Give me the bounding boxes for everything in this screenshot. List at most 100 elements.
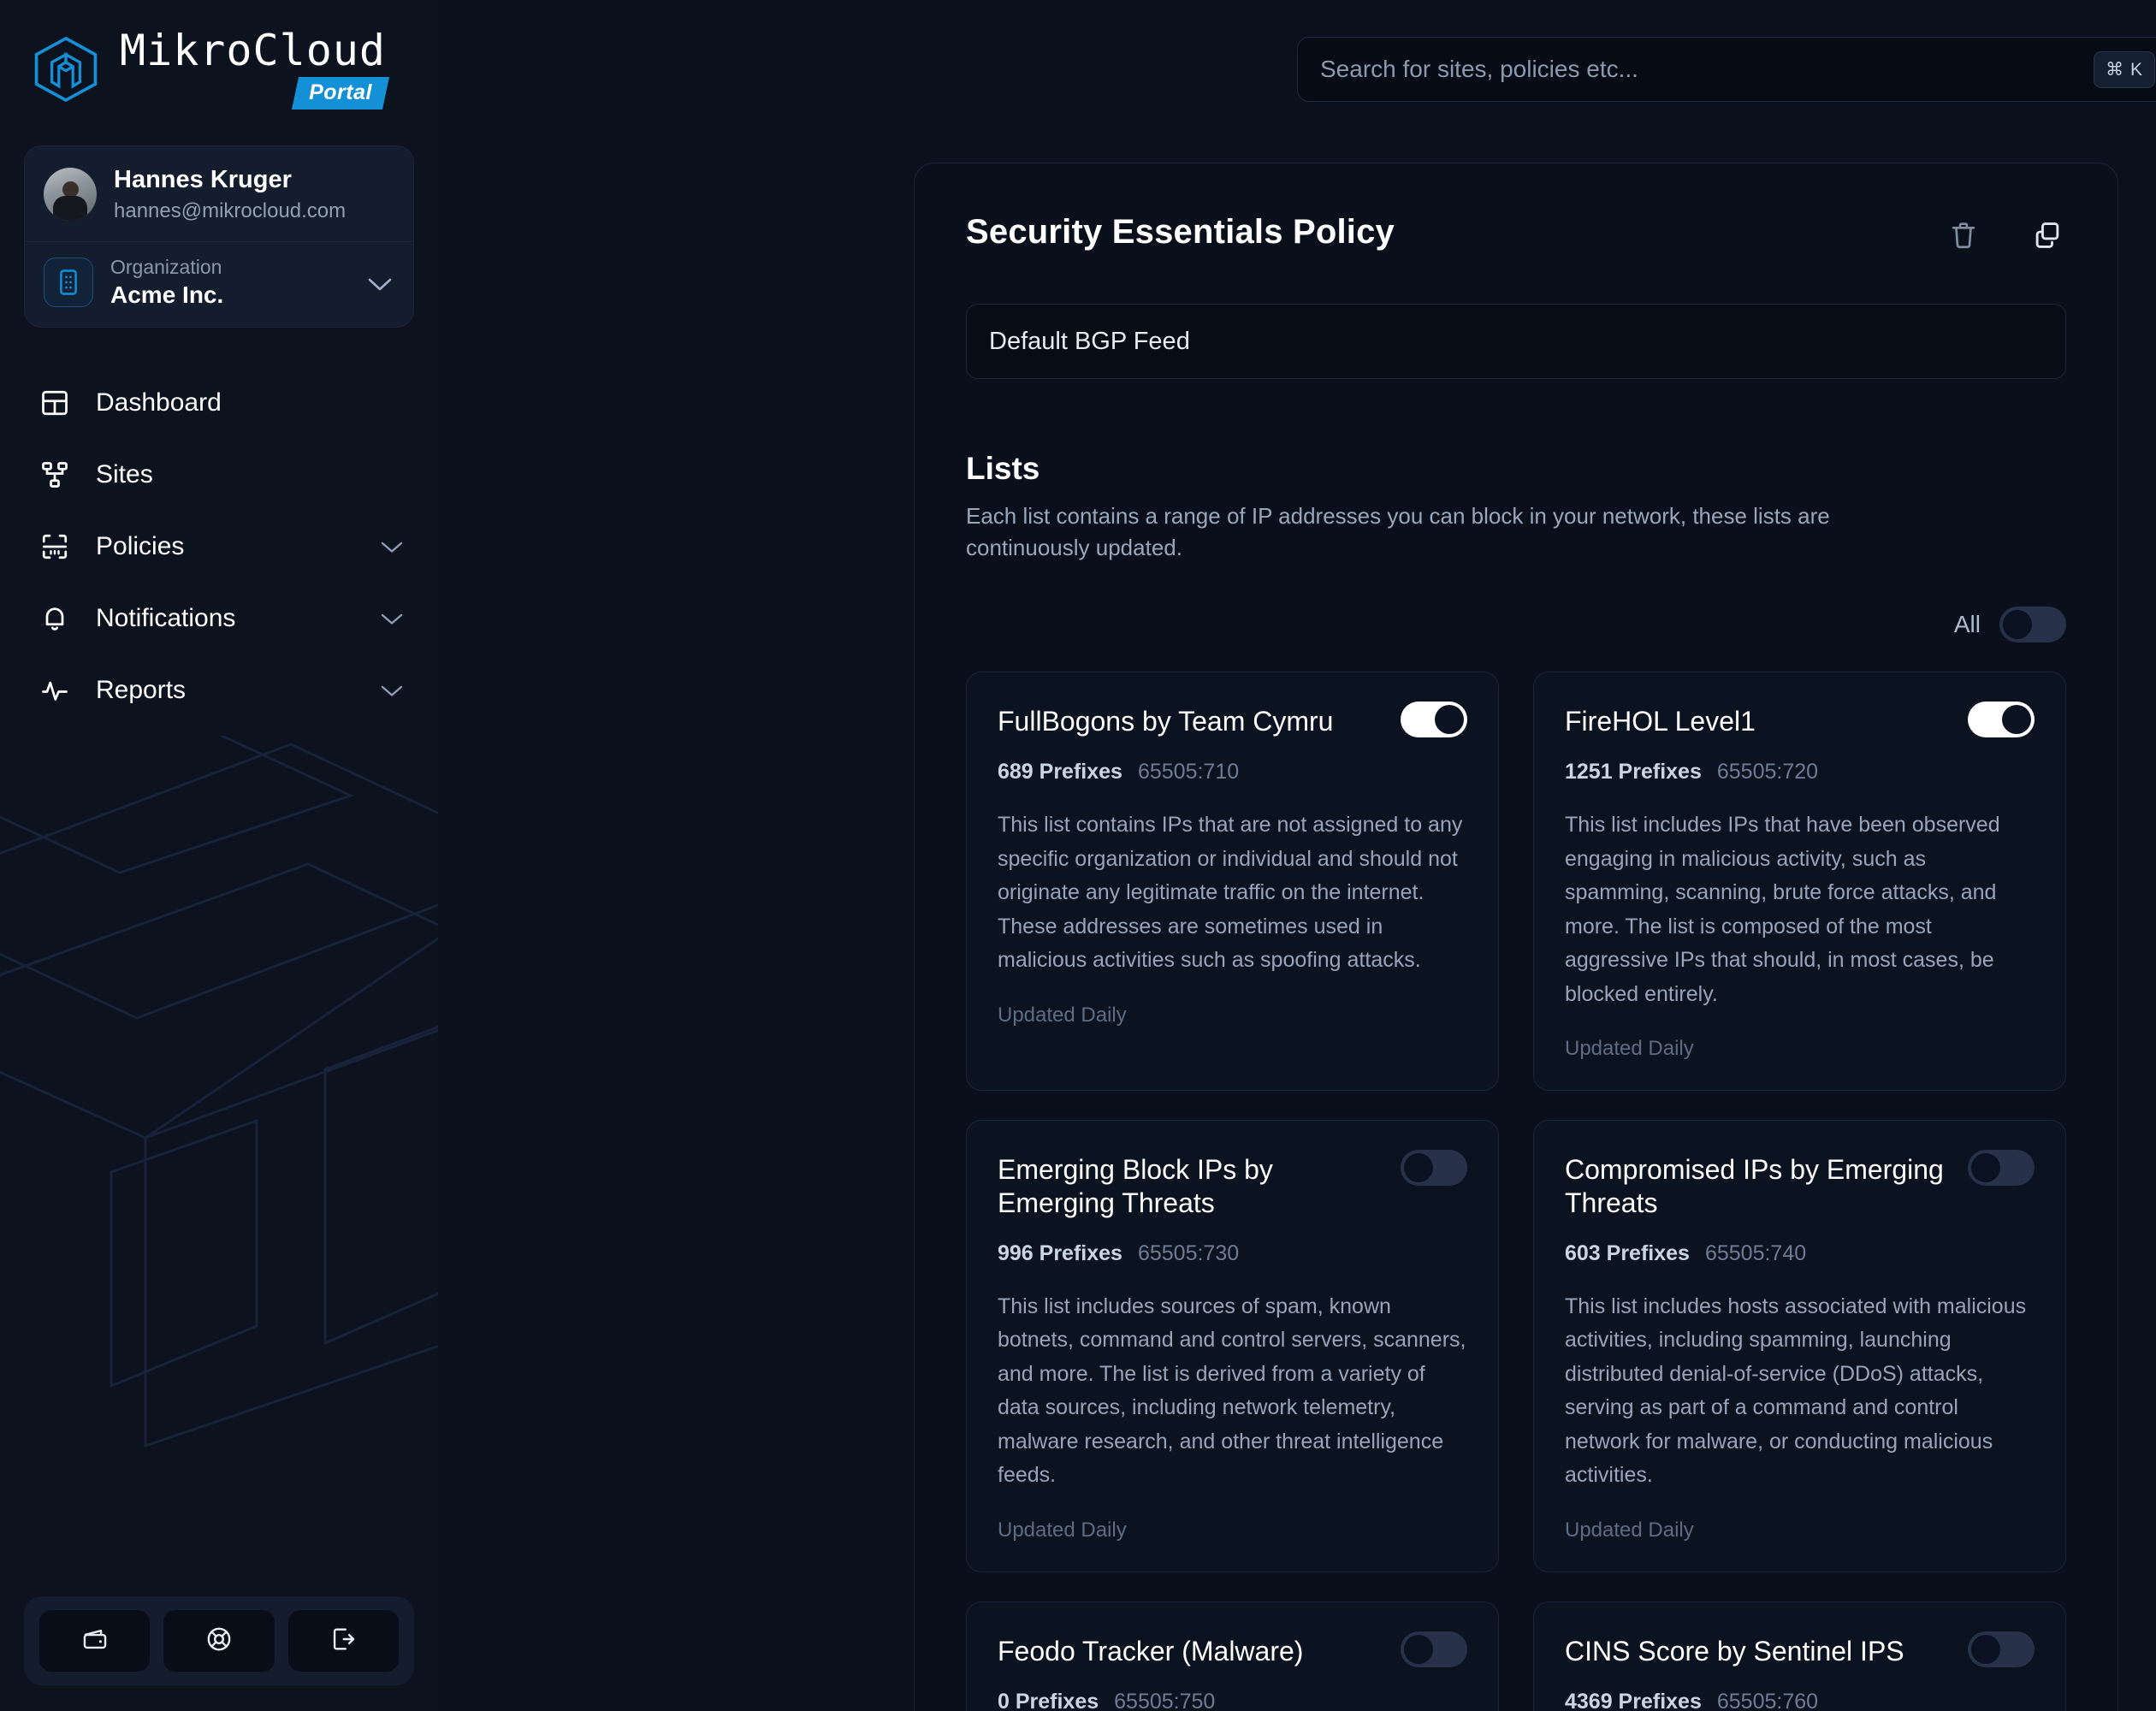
user-name: Hannes Kruger	[114, 166, 292, 193]
list-card: Feodo Tracker (Malware) 0 Prefixes 65505…	[966, 1601, 1499, 1711]
list-card-community: 65505:760	[1716, 1690, 1819, 1711]
org-label: Organization	[110, 255, 222, 278]
wallet-icon	[80, 1625, 110, 1658]
chevron-down-icon	[367, 277, 393, 297]
sidebar-item-dashboard[interactable]: Dashboard	[0, 367, 438, 439]
chevron-down-icon[interactable]	[380, 541, 404, 559]
list-card: CINS Score by Sentinel IPS 4369 Prefixes…	[1533, 1601, 2066, 1711]
brand-badge: Portal	[292, 77, 390, 110]
scan-policy-icon	[36, 528, 74, 565]
logout-button[interactable]	[287, 1610, 399, 1672]
list-card-toggle[interactable]	[1968, 701, 2035, 737]
list-card-prefixes: 0 Prefixes	[998, 1690, 1099, 1711]
sidebar-item-policies[interactable]: Policies	[0, 511, 438, 583]
user-email: hannes@mikrocloud.com	[114, 198, 346, 222]
delete-policy-button[interactable]	[1945, 218, 1982, 256]
list-card: FireHOL Level1 1251 Prefixes 65505:720 T…	[1533, 671, 2066, 1092]
list-card-community: 65505:710	[1137, 760, 1240, 784]
list-card-prefixes: 4369 Prefixes	[1565, 1690, 1702, 1711]
list-card-description: This list includes sources of spam, know…	[998, 1294, 1466, 1488]
sidebar-item-label: Dashboard	[96, 388, 222, 417]
lists-title: Lists	[966, 451, 1040, 486]
list-card-title: Compromised IPs by Emerging Threats	[1565, 1154, 1944, 1218]
sidebar-item-label: Reports	[96, 675, 187, 704]
sidebar-item-reports[interactable]: Reports	[0, 654, 438, 726]
search-box[interactable]: ⌘ K	[1297, 37, 2156, 102]
list-card-community: 65505:730	[1137, 1240, 1240, 1265]
list-card-description: This list contains IPs that are not assi…	[998, 813, 1463, 973]
list-card-toggle[interactable]	[1401, 701, 1467, 737]
list-card-updated: Updated Daily	[1565, 1037, 1694, 1061]
list-card-title: CINS Score by Sentinel IPS	[1565, 1635, 1904, 1667]
list-card-prefixes: 996 Prefixes	[998, 1240, 1122, 1265]
list-card-prefixes: 1251 Prefixes	[1565, 760, 1702, 784]
billing-button[interactable]	[39, 1610, 151, 1672]
panel-header: Security Essentials Policy	[966, 163, 2066, 256]
duplicate-policy-button[interactable]	[2029, 218, 2066, 256]
support-button[interactable]	[163, 1610, 275, 1672]
logout-icon	[329, 1625, 358, 1658]
brand-name: MikroCloud	[120, 26, 387, 75]
copy-icon	[2031, 219, 2064, 256]
list-card-community: 65505:750	[1114, 1690, 1216, 1711]
list-card-updated: Updated Daily	[998, 1518, 1127, 1542]
all-toggle-row: All	[966, 606, 2066, 642]
list-card-description: This list includes hosts associated with…	[1565, 1294, 2027, 1488]
policy-panel: Security Essentials Policy Default BGP F…	[914, 163, 2118, 1711]
list-card: Compromised IPs by Emerging Threats 603 …	[1533, 1120, 2066, 1572]
list-card-description: This list includes IPs that have been ob…	[1565, 813, 2000, 1006]
chevron-down-icon[interactable]	[380, 613, 404, 631]
sidebar-item-label: Notifications	[96, 603, 236, 632]
app-root: MikroCloud Portal Hannes Kruger hannes@m…	[0, 0, 2156, 1711]
list-card: Emerging Block IPs by Emerging Threats 9…	[966, 1120, 1499, 1572]
list-card-toggle[interactable]	[1401, 1150, 1467, 1187]
list-card-toggle[interactable]	[1401, 1631, 1467, 1667]
policy-name-input[interactable]	[989, 327, 2043, 356]
org-name: Acme Inc.	[110, 281, 224, 309]
sidebar-item-label: Sites	[96, 459, 153, 488]
list-card-updated: Updated Daily	[1565, 1518, 1694, 1542]
search-shortcut-badge: ⌘ K	[2094, 50, 2155, 88]
panel-actions	[1945, 213, 2066, 256]
list-card: FullBogons by Team Cymru 689 Prefixes 65…	[966, 671, 1499, 1092]
network-sites-icon	[36, 456, 74, 494]
life-ring-icon	[204, 1625, 234, 1658]
list-card-title: FullBogons by Team Cymru	[998, 705, 1334, 737]
global-search: ⌘ K	[1297, 37, 2156, 102]
lists-description: Each list contains a range of IP address…	[966, 503, 1830, 560]
list-card-community: 65505:720	[1716, 760, 1819, 784]
mikrocloud-cube-logo-icon	[34, 36, 98, 103]
bell-icon	[36, 600, 74, 637]
list-card-title: FireHOL Level1	[1565, 705, 1756, 737]
sidebar-item-sites[interactable]: Sites	[0, 439, 438, 511]
building-icon	[44, 258, 93, 308]
trash-icon	[1947, 219, 1980, 256]
lists-section: Lists Each list contains a range of IP a…	[966, 451, 2066, 1711]
list-card-title: Emerging Block IPs by Emerging Threats	[998, 1154, 1273, 1218]
sidebar-footer	[24, 1596, 414, 1685]
list-card-toggle[interactable]	[1968, 1150, 2035, 1187]
list-card-updated: Updated Daily	[998, 1003, 1127, 1027]
list-card-toggle[interactable]	[1968, 1631, 2035, 1667]
chevron-down-icon[interactable]	[380, 684, 404, 702]
policy-name-field[interactable]	[966, 304, 2066, 379]
search-input[interactable]	[1320, 56, 2094, 83]
list-card-title: Feodo Tracker (Malware)	[998, 1635, 1304, 1667]
list-card-community: 65505:740	[1704, 1240, 1807, 1265]
brand[interactable]: MikroCloud Portal	[0, 0, 438, 110]
all-toggle[interactable]	[1999, 606, 2066, 642]
sidebar-item-label: Policies	[96, 531, 185, 560]
activity-pulse-icon	[36, 672, 74, 709]
user-card: Hannes Kruger hannes@mikrocloud.com Orga…	[24, 145, 414, 328]
list-card-prefixes: 689 Prefixes	[998, 760, 1122, 784]
lists-grid: FullBogons by Team Cymru 689 Prefixes 65…	[966, 671, 2066, 1711]
user-profile[interactable]: Hannes Kruger hannes@mikrocloud.com	[25, 146, 413, 241]
sidebar: MikroCloud Portal Hannes Kruger hannes@m…	[0, 0, 438, 1711]
list-card-prefixes: 603 Prefixes	[1565, 1240, 1690, 1265]
org-switcher[interactable]: Organization Acme Inc.	[25, 240, 413, 327]
page-title: Security Essentials Policy	[966, 213, 1395, 251]
layout-dashboard-icon	[36, 384, 74, 422]
sidebar-item-notifications[interactable]: Notifications	[0, 583, 438, 654]
all-toggle-label: All	[1953, 610, 1981, 637]
avatar	[44, 168, 97, 222]
